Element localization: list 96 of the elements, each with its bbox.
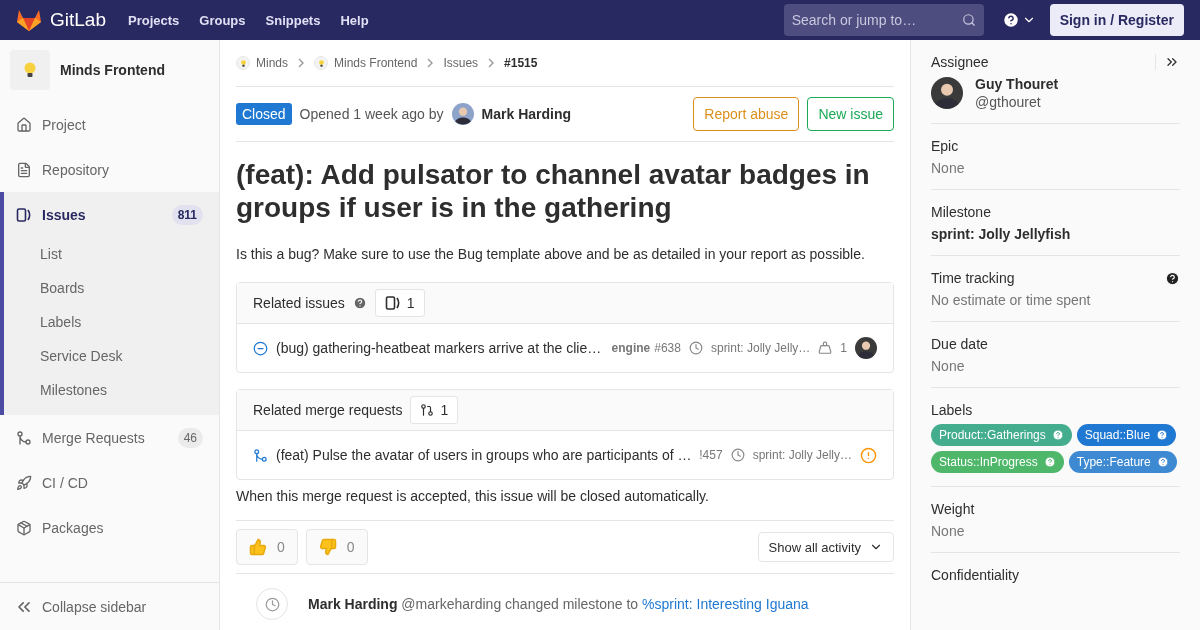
merge-icon: [253, 447, 268, 463]
milestone-text: sprint: Jolly Jelly…: [710, 341, 811, 355]
chevron-icon: [426, 58, 435, 68]
card-title: Related merge requests: [253, 402, 403, 418]
merge-note: When this merge request is accepted, this issue will be closed automatically.: [236, 488, 894, 521]
field-label: Epic: [931, 138, 959, 154]
help-icon: [1051, 429, 1064, 441]
issue-title: (feat): Add pulsator to channel avatar badges in groups if user is in the gathering: [236, 158, 871, 224]
issue-link[interactable]: (bug) gathering-heatbeat markers arrive at the clie…: [276, 340, 604, 356]
sidebar-item[interactable]: Issues 811: [4, 192, 219, 237]
search-icon: [961, 13, 976, 27]
field-label: Time tracking: [931, 270, 1015, 286]
issues-icon: [16, 206, 32, 223]
sign-in-button[interactable]: Sign in / Register: [1049, 4, 1184, 36]
assignee-name[interactable]: Guy Thouret: [975, 76, 1059, 92]
field-label: Confidentiality: [931, 567, 1019, 583]
merge-request-icon: [16, 429, 32, 446]
field-value: None: [931, 160, 966, 176]
author-name[interactable]: Mark Harding: [481, 106, 572, 122]
closed-icon: [253, 340, 268, 356]
field-label: Milestone: [931, 204, 991, 220]
field-value: None: [931, 358, 966, 374]
label-tag[interactable]: Squad::Blue: [1076, 424, 1177, 446]
breadcrumb-link[interactable]: Issues: [443, 56, 479, 70]
assignee-handle: @gthouret: [975, 94, 1042, 110]
thumbs-down-icon: [318, 538, 337, 556]
award-button[interactable]: 0: [236, 529, 298, 565]
field-label: Due date: [931, 336, 988, 352]
sidebar-subitem[interactable]: Milestones: [4, 373, 219, 407]
sidebar-subitem[interactable]: Labels: [4, 305, 219, 339]
count-badge: 46: [177, 427, 203, 448]
breadcrumb-link[interactable]: #1515: [504, 56, 538, 70]
new-issue-button[interactable]: New issue: [807, 97, 894, 131]
issue-description: Is this a bug? Make sure to use the Bug template above and be as detailed in your report as possible.: [236, 246, 866, 262]
issues-icon: [384, 295, 401, 311]
clock-icon: [688, 341, 703, 355]
milestone-link[interactable]: %sprint: Interesting Iguana: [642, 596, 809, 612]
author-avatar: [451, 103, 474, 125]
sidebar-item[interactable]: Merge Requests 46: [4, 415, 219, 460]
field-label: Weight: [931, 501, 975, 517]
warning-icon: [860, 446, 877, 464]
sidebar-subitem[interactable]: List: [4, 237, 219, 271]
weight-icon: [818, 341, 833, 355]
search-field[interactable]: Search or jump to…: [791, 6, 952, 34]
count-badge: 811: [171, 204, 203, 225]
field-value: None: [931, 523, 966, 539]
chevron-icon: [297, 58, 305, 68]
sidebar-item[interactable]: Project: [4, 102, 219, 147]
field-label: Labels: [931, 402, 973, 418]
issue-meta: Opened 1 week ago by: [299, 106, 444, 122]
award-button[interactable]: 0: [305, 529, 368, 565]
chevron-icon: [487, 58, 496, 68]
card-title: Related issues: [253, 295, 345, 311]
weight-value: 1: [840, 341, 847, 355]
rocket-icon: [16, 474, 32, 491]
sidebar-subitem[interactable]: Boards: [4, 271, 219, 305]
merge-request-ref: !457: [699, 448, 723, 462]
activity-filter-dropdown[interactable]: Show all activity: [757, 532, 894, 562]
document-icon: [16, 161, 32, 178]
nav-link[interactable]: Groups: [199, 12, 246, 28]
sidebar-item[interactable]: Packages: [4, 505, 219, 550]
nav-link[interactable]: Projects: [128, 12, 180, 28]
issue-ref: engine#638: [611, 341, 681, 355]
thumbs-up-icon: [249, 538, 267, 556]
breadcrumb-link[interactable]: Minds: [256, 56, 288, 70]
field-value: No estimate or time spent: [931, 292, 1092, 308]
search-field[interactable]: Search or jump to…: [783, 4, 984, 36]
help-icon: [1156, 456, 1169, 468]
label-tag[interactable]: Type::Feature: [1068, 451, 1177, 473]
count-badge: 1: [374, 289, 425, 317]
project-name: Minds Frontend: [60, 62, 165, 78]
nav-link[interactable]: Snippets: [265, 12, 321, 28]
help-icon: [1156, 429, 1169, 441]
help-icon: [1165, 270, 1180, 286]
gitlab-logo: [16, 8, 42, 32]
help-icon: [1001, 11, 1020, 29]
field-label: Assignee: [931, 54, 989, 70]
help-icon: [1043, 456, 1056, 468]
clock-icon: [730, 448, 745, 462]
package-icon: [16, 519, 32, 536]
milestone-value[interactable]: sprint: Jolly Jellyfish: [931, 226, 1180, 242]
sidebar-item[interactable]: Repository: [4, 147, 219, 192]
milestone-text: sprint: Jolly Jelly…: [752, 448, 852, 462]
sidebar-subitem[interactable]: Service Desk: [4, 339, 219, 373]
home-icon: [16, 116, 32, 133]
count-badge: 1: [410, 396, 459, 424]
merge-request-link[interactable]: (feat) Pulse the avatar of users in groups who are participants of …: [276, 447, 692, 463]
nav-link[interactable]: Help: [340, 12, 369, 28]
help-icon: [352, 296, 367, 310]
assignee-avatar: [931, 77, 963, 109]
sidebar-item[interactable]: CI / CD: [4, 460, 219, 505]
brand-name: GitLab: [50, 9, 106, 31]
status-badge: Closed: [236, 103, 292, 125]
assignee-avatar: [855, 337, 877, 359]
breadcrumb-link[interactable]: Minds Frontend: [334, 56, 418, 70]
activity-note: Mark Harding @markeharding changed milestone to %sprint: Interesting Iguana: [308, 596, 809, 612]
